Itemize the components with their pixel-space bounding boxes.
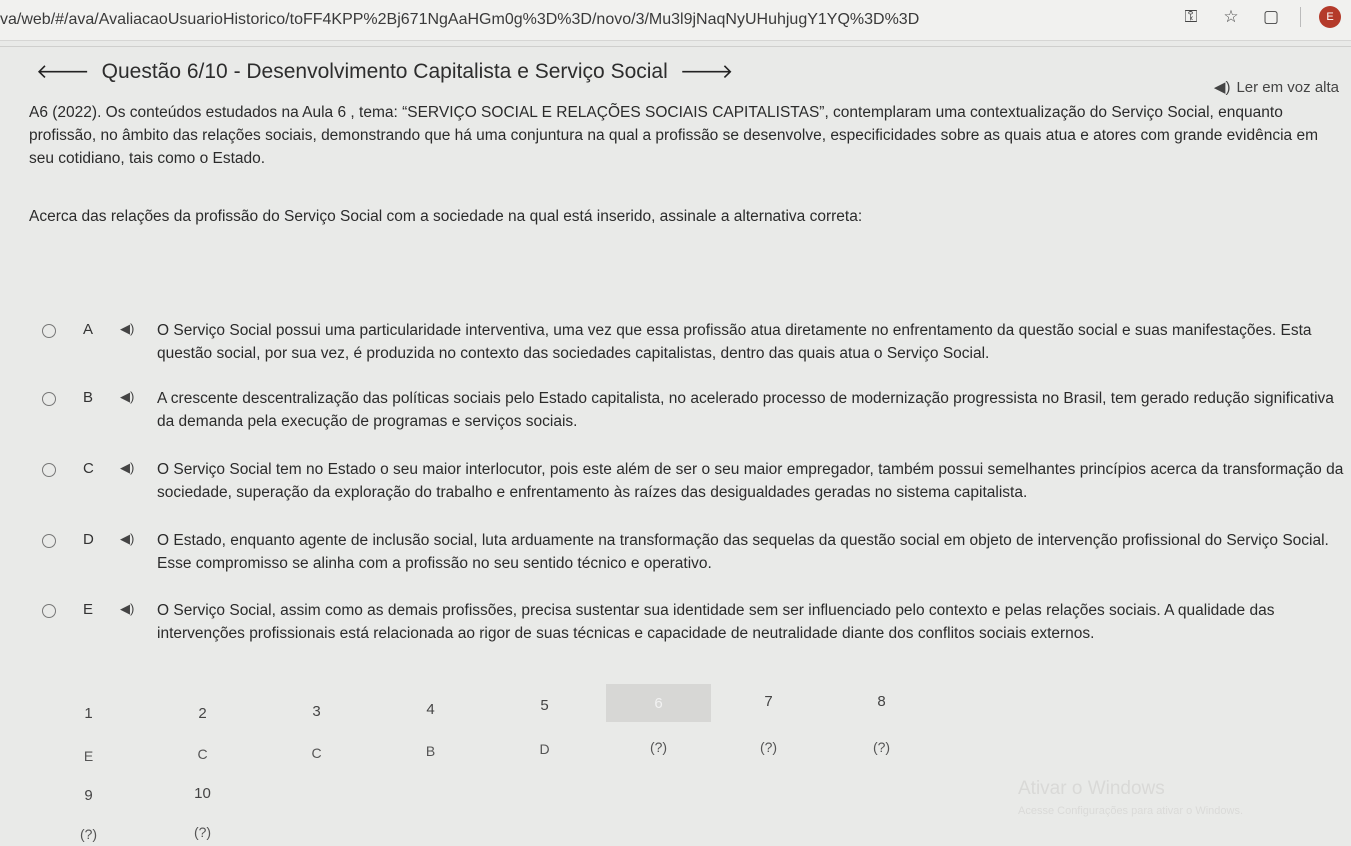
windows-activation-subtitle: Acesse Configurações para ativar o Windo… [1018, 805, 1243, 817]
option-text: A crescente descentralização das polític… [157, 390, 1334, 430]
read-aloud-label: Ler em voz alta [1236, 78, 1339, 96]
question-statement: A6 (2022). Os conteúdos estudados na Aul… [29, 104, 1318, 167]
option-d[interactable]: D ◀) O Estado, enquanto agente de inclus… [40, 529, 1345, 577]
nav-question-9[interactable]: 9 [36, 776, 141, 814]
question-prompt: Acerca das relações da profissão do Serv… [29, 208, 863, 225]
speaker-icon[interactable]: ◀) [120, 460, 134, 476]
option-a[interactable]: A ◀) O Serviço Social possui uma particu… [40, 319, 1345, 367]
nav-question-6[interactable]: 6 [606, 684, 711, 722]
nav-answer-1: E [83, 748, 94, 764]
star-icon[interactable]: ☆ [1220, 7, 1242, 27]
nav-answer-3: C [311, 745, 322, 761]
nav-question-7[interactable]: 7 [716, 682, 821, 720]
option-text: O Serviço Social possui uma particularid… [157, 322, 1312, 362]
radio-button[interactable] [42, 534, 56, 548]
nav-answer-9: (?) [79, 826, 98, 842]
option-letter: E [83, 601, 94, 618]
nav-answer-4: B [425, 743, 436, 759]
radio-button[interactable] [42, 392, 56, 406]
browser-toolbar: va/web/#/ava/AvaliacaoUsuarioHistorico/t… [0, 0, 1351, 41]
extension-icon[interactable]: ▢ [1260, 7, 1282, 27]
nav-answer-8: (?) [872, 739, 891, 755]
previous-arrow-icon[interactable]: 🡐 [36, 59, 90, 84]
speaker-icon[interactable]: ◀) [120, 389, 134, 405]
nav-question-2[interactable]: 2 [150, 694, 255, 732]
speaker-icon[interactable]: ◀) [120, 531, 134, 547]
toolbar-divider [1300, 7, 1301, 27]
radio-button[interactable] [42, 463, 56, 477]
option-text: O Serviço Social, assim como as demais p… [157, 602, 1275, 642]
profile-avatar[interactable]: E [1319, 6, 1341, 28]
speaker-icon[interactable]: ◀) [120, 321, 134, 337]
nav-answer-6: (?) [649, 739, 668, 755]
option-b[interactable]: B ◀) A crescente descentralização das po… [40, 387, 1345, 435]
nav-answer-5: D [539, 741, 550, 757]
question-title: Questão 6/10 - Desenvolvimento Capitalis… [101, 59, 668, 83]
question-header: 🡐 Questão 6/10 - Desenvolvimento Capital… [36, 59, 733, 84]
nav-question-4[interactable]: 4 [378, 690, 483, 728]
option-text: O Estado, enquanto agente de inclusão so… [157, 532, 1329, 572]
option-letter: C [83, 460, 94, 477]
nav-question-10[interactable]: 10 [150, 774, 255, 812]
address-bar[interactable]: va/web/#/ava/AvaliacaoUsuarioHistorico/t… [0, 11, 919, 29]
radio-button[interactable] [42, 604, 56, 618]
nav-question-1[interactable]: 1 [36, 694, 141, 732]
nav-answer-2: C [197, 746, 208, 762]
read-aloud-button[interactable]: ◀) Ler em voz alta [1213, 78, 1339, 97]
divider [0, 46, 1351, 47]
nav-question-5[interactable]: 5 [492, 686, 597, 724]
browser-actions: ⚿ ☆ ▢ E [1180, 6, 1341, 28]
speaker-icon: ◀) [1213, 79, 1231, 96]
option-e[interactable]: E ◀) O Serviço Social, assim como as dem… [40, 599, 1345, 647]
option-letter: B [83, 389, 94, 406]
next-arrow-icon[interactable]: 🡒 [680, 59, 734, 84]
key-icon[interactable]: ⚿ [1180, 7, 1202, 27]
option-text: O Serviço Social tem no Estado o seu mai… [157, 461, 1344, 501]
nav-question-3[interactable]: 3 [264, 692, 369, 730]
nav-answer-7: (?) [759, 739, 778, 755]
speaker-icon[interactable]: ◀) [120, 601, 134, 617]
radio-button[interactable] [42, 324, 56, 338]
option-c[interactable]: C ◀) O Serviço Social tem no Estado o se… [40, 458, 1345, 506]
option-letter: D [83, 531, 94, 548]
windows-activation-watermark: Ativar o Windows [1018, 778, 1165, 799]
nav-answer-10: (?) [193, 824, 212, 840]
nav-question-8[interactable]: 8 [829, 682, 934, 720]
option-letter: A [83, 321, 94, 338]
